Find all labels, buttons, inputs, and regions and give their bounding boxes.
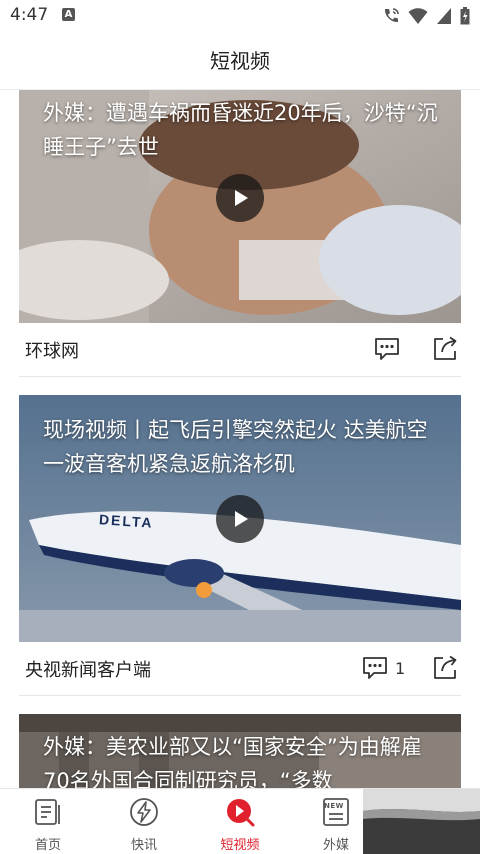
a-notification-icon: A	[62, 8, 75, 21]
overlay-panel	[363, 789, 480, 854]
app-header: 短视频	[0, 32, 480, 90]
video-headline: 外媒：美农业部又以“国家安全”为由解雇70名外国合同制研究员，“多数	[43, 735, 422, 788]
card-footer: 环球网	[19, 323, 461, 375]
nav-label: 快讯	[130, 838, 157, 853]
play-icon	[235, 190, 248, 206]
battery-icon	[460, 7, 470, 25]
signal-icon	[437, 8, 451, 24]
divider	[19, 695, 461, 696]
nav-label: 首页	[34, 838, 61, 853]
video-thumbnail[interactable]: 外媒：美农业部又以“国家安全”为由解雇70名外国合同制研究员，“多数	[19, 714, 461, 788]
play-button[interactable]	[216, 495, 264, 543]
wifi-icon	[408, 8, 428, 24]
page-title: 短视频	[210, 49, 270, 73]
nav-item-home[interactable]: 首页	[0, 789, 96, 854]
play-icon	[235, 511, 248, 527]
video-headline: 现场视频丨起飞后引擎突然起火 达美航空一波音客机紧急返航洛杉矶	[43, 418, 428, 476]
comment-icon	[375, 338, 399, 360]
share-icon	[434, 336, 457, 360]
video-feed[interactable]: 外媒：遭遇车祸而昏迷近20年后，沙特“沉睡王子”去世 环球网 DELTA 现场视…	[0, 90, 480, 788]
share-button[interactable]	[431, 654, 459, 682]
share-button[interactable]	[431, 335, 459, 363]
comment-icon	[363, 657, 387, 679]
status-icons	[382, 6, 470, 26]
video-play-icon	[227, 799, 255, 827]
source-name: 环球网	[25, 341, 79, 362]
status-bar: 4:47 A	[0, 0, 480, 32]
comment-count: 1	[395, 658, 406, 678]
bottom-navigation: 首页 快讯 短视频 NEW 外媒	[0, 788, 480, 854]
lightning-icon	[130, 798, 158, 826]
home-document-icon	[35, 799, 60, 825]
nav-item-short-video[interactable]: 短视频	[192, 789, 288, 854]
status-time: 4:47	[10, 5, 49, 25]
play-button[interactable]	[216, 174, 264, 222]
nav-label: 短视频	[220, 838, 260, 853]
comment-button[interactable]	[373, 335, 407, 363]
nav-item-flash[interactable]: 快讯	[96, 789, 192, 854]
video-thumbnail[interactable]: DELTA 现场视频丨起飞后引擎突然起火 达美航空一波音客机紧急返航洛杉矶	[19, 395, 461, 642]
video-headline: 外媒：遭遇车祸而昏迷近20年后，沙特“沉睡王子”去世	[43, 101, 438, 159]
share-icon	[434, 655, 457, 679]
overlay-image	[363, 789, 480, 854]
card-footer: 央视新闻客户端 1	[19, 642, 461, 694]
comment-button[interactable]: 1	[361, 654, 405, 682]
video-thumbnail[interactable]: 外媒：遭遇车祸而昏迷近20年后，沙特“沉睡王子”去世	[19, 90, 461, 323]
divider	[19, 376, 461, 377]
source-name: 央视新闻客户端	[25, 660, 151, 681]
new-badge: NEW	[324, 802, 344, 810]
phone-call-icon	[384, 8, 399, 23]
